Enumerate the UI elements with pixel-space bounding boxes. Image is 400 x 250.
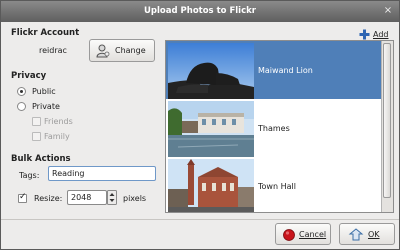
- spin-arrows-icon[interactable]: [107, 190, 117, 205]
- photo-row[interactable]: Maiwand Lion: [166, 41, 383, 99]
- photo-thumbnail: [168, 101, 254, 157]
- ok-button[interactable]: OK: [339, 223, 395, 245]
- private-label: Private: [32, 102, 60, 111]
- cancel-button-label: Cancel: [299, 230, 327, 239]
- change-button-label: Change: [115, 46, 146, 55]
- photo-row[interactable]: Town Hall: [166, 157, 383, 212]
- upload-dialog: Upload Photos to Flickr × Flickr Account…: [0, 0, 400, 250]
- window-title: Upload Photos to Flickr: [144, 6, 256, 16]
- scrollbar-thumb[interactable]: [383, 43, 391, 198]
- user-settings-icon: [96, 44, 110, 58]
- photo-name: Thames: [258, 124, 290, 133]
- resize-label: Resize:: [34, 194, 63, 203]
- cancel-icon: [283, 229, 295, 241]
- close-icon[interactable]: ×: [381, 4, 395, 18]
- photo-thumbnail: [168, 159, 254, 212]
- photo-thumbnail: [168, 43, 254, 99]
- tags-label: Tags:: [19, 171, 40, 180]
- family-checkbox[interactable]: [32, 132, 41, 141]
- friends-label: Friends: [44, 117, 73, 126]
- ok-button-label: OK: [368, 230, 380, 239]
- photo-name: Town Hall: [258, 182, 296, 191]
- friends-checkbox[interactable]: [32, 117, 41, 126]
- photo-list[interactable]: Maiwand Lion Thames Town Hall: [165, 40, 394, 213]
- bulk-actions-heading: Bulk Actions: [11, 154, 71, 164]
- account-heading: Flickr Account: [11, 28, 80, 38]
- cancel-button[interactable]: Cancel: [275, 223, 331, 245]
- resize-unit: pixels: [123, 194, 147, 203]
- private-radio[interactable]: [17, 102, 26, 111]
- account-username: reidrac: [39, 46, 67, 55]
- tags-input[interactable]: Reading: [48, 166, 156, 181]
- public-label: Public: [32, 87, 56, 96]
- photo-name: Maiwand Lion: [258, 66, 313, 75]
- title-bar: Upload Photos to Flickr ×: [1, 1, 399, 22]
- resize-spinbox[interactable]: 2048: [67, 190, 107, 205]
- resize-checkbox[interactable]: [18, 192, 27, 203]
- family-label: Family: [44, 132, 70, 141]
- add-label: Add: [373, 30, 389, 39]
- public-radio[interactable]: [17, 87, 26, 96]
- privacy-heading: Privacy: [11, 71, 47, 81]
- change-account-button[interactable]: Change: [89, 39, 155, 62]
- photo-row[interactable]: Thames: [166, 99, 383, 157]
- footer-divider: [1, 219, 399, 220]
- photo-list-scrollbar[interactable]: [381, 41, 393, 212]
- add-icon: [359, 29, 370, 40]
- upload-arrow-icon: [348, 228, 364, 241]
